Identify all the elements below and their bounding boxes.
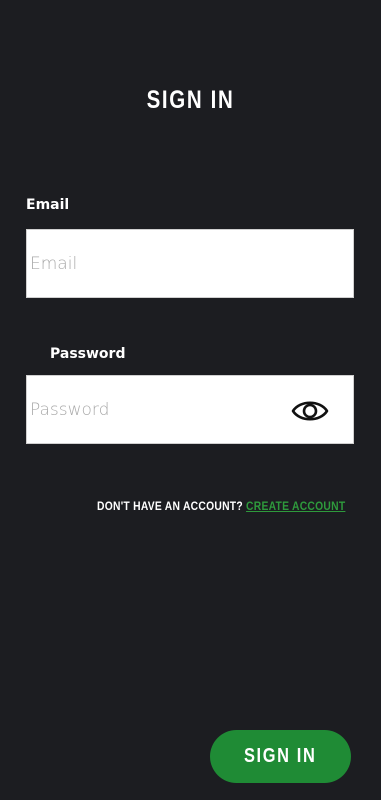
email-field-container[interactable] [26, 229, 354, 298]
password-label: Password [50, 346, 126, 362]
email-input[interactable] [27, 230, 290, 297]
sign-in-button-label: SIGN IN [244, 745, 317, 767]
password-input[interactable] [27, 376, 290, 443]
eye-icon[interactable] [291, 397, 329, 425]
create-account-link[interactable]: CREATE ACCOUNT [246, 499, 345, 513]
password-field-container[interactable] [26, 375, 354, 444]
sign-in-button[interactable]: SIGN IN [210, 730, 351, 783]
signup-prompt: DON'T HAVE AN ACCOUNT? [97, 499, 243, 513]
signup-row: DON'T HAVE AN ACCOUNT? CREATE ACCOUNT [97, 499, 345, 513]
page-title: SIGN IN [146, 86, 235, 114]
email-label: Email [26, 197, 70, 213]
